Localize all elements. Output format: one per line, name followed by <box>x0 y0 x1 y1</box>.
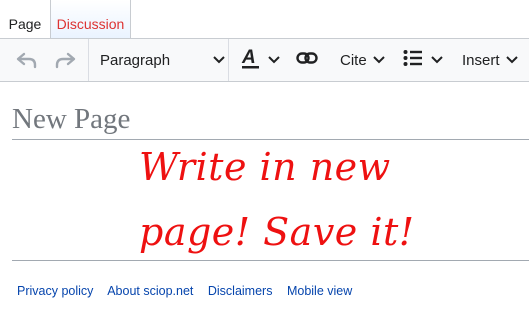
cite-dropdown[interactable]: Cite <box>340 39 385 81</box>
footer-link-about[interactable]: About sciop.net <box>107 284 193 298</box>
svg-text:A: A <box>241 47 256 68</box>
toolbar-separator <box>228 39 229 81</box>
format-label: Paragraph <box>100 51 171 69</box>
link-icon <box>296 51 318 70</box>
insert-label: Insert <box>462 51 500 69</box>
list-dropdown[interactable] <box>403 39 443 81</box>
page-body-text[interactable]: Write in new <box>139 145 391 189</box>
footer-divider <box>12 260 529 261</box>
chevron-down-icon <box>372 51 385 69</box>
link-button[interactable] <box>296 39 318 81</box>
editor-toolbar: Paragraph A Cite Insert <box>0 38 529 82</box>
footer-link-disclaimers[interactable]: Disclaimers <box>208 284 273 298</box>
footer-link-privacy[interactable]: Privacy policy <box>17 284 93 298</box>
chevron-down-icon <box>213 51 225 69</box>
title-divider <box>12 139 529 140</box>
tab-discussion[interactable]: Discussion <box>50 0 131 38</box>
chevron-down-icon <box>505 51 518 69</box>
chevron-down-icon <box>268 51 280 69</box>
page-tabs: Page Discussion <box>0 0 529 38</box>
footer-link-mobile-view[interactable]: Mobile view <box>287 284 352 298</box>
undo-icon[interactable] <box>16 51 38 74</box>
insert-dropdown[interactable]: Insert <box>462 39 518 81</box>
text-style-icon: A <box>241 47 261 74</box>
page-body-text[interactable]: page! Save it! <box>139 210 415 254</box>
redo-icon[interactable] <box>54 51 76 74</box>
cite-label: Cite <box>340 51 367 69</box>
chevron-down-icon <box>431 51 443 69</box>
bullet-list-icon <box>403 49 423 72</box>
footer-links: Privacy policy About sciop.net Disclaime… <box>17 284 363 298</box>
page-title-input[interactable]: New Page <box>12 103 130 136</box>
tab-page[interactable]: Page <box>0 0 50 38</box>
text-style-dropdown[interactable]: A <box>241 39 280 81</box>
format-dropdown[interactable]: Paragraph <box>100 39 225 81</box>
toolbar-separator <box>88 39 89 81</box>
